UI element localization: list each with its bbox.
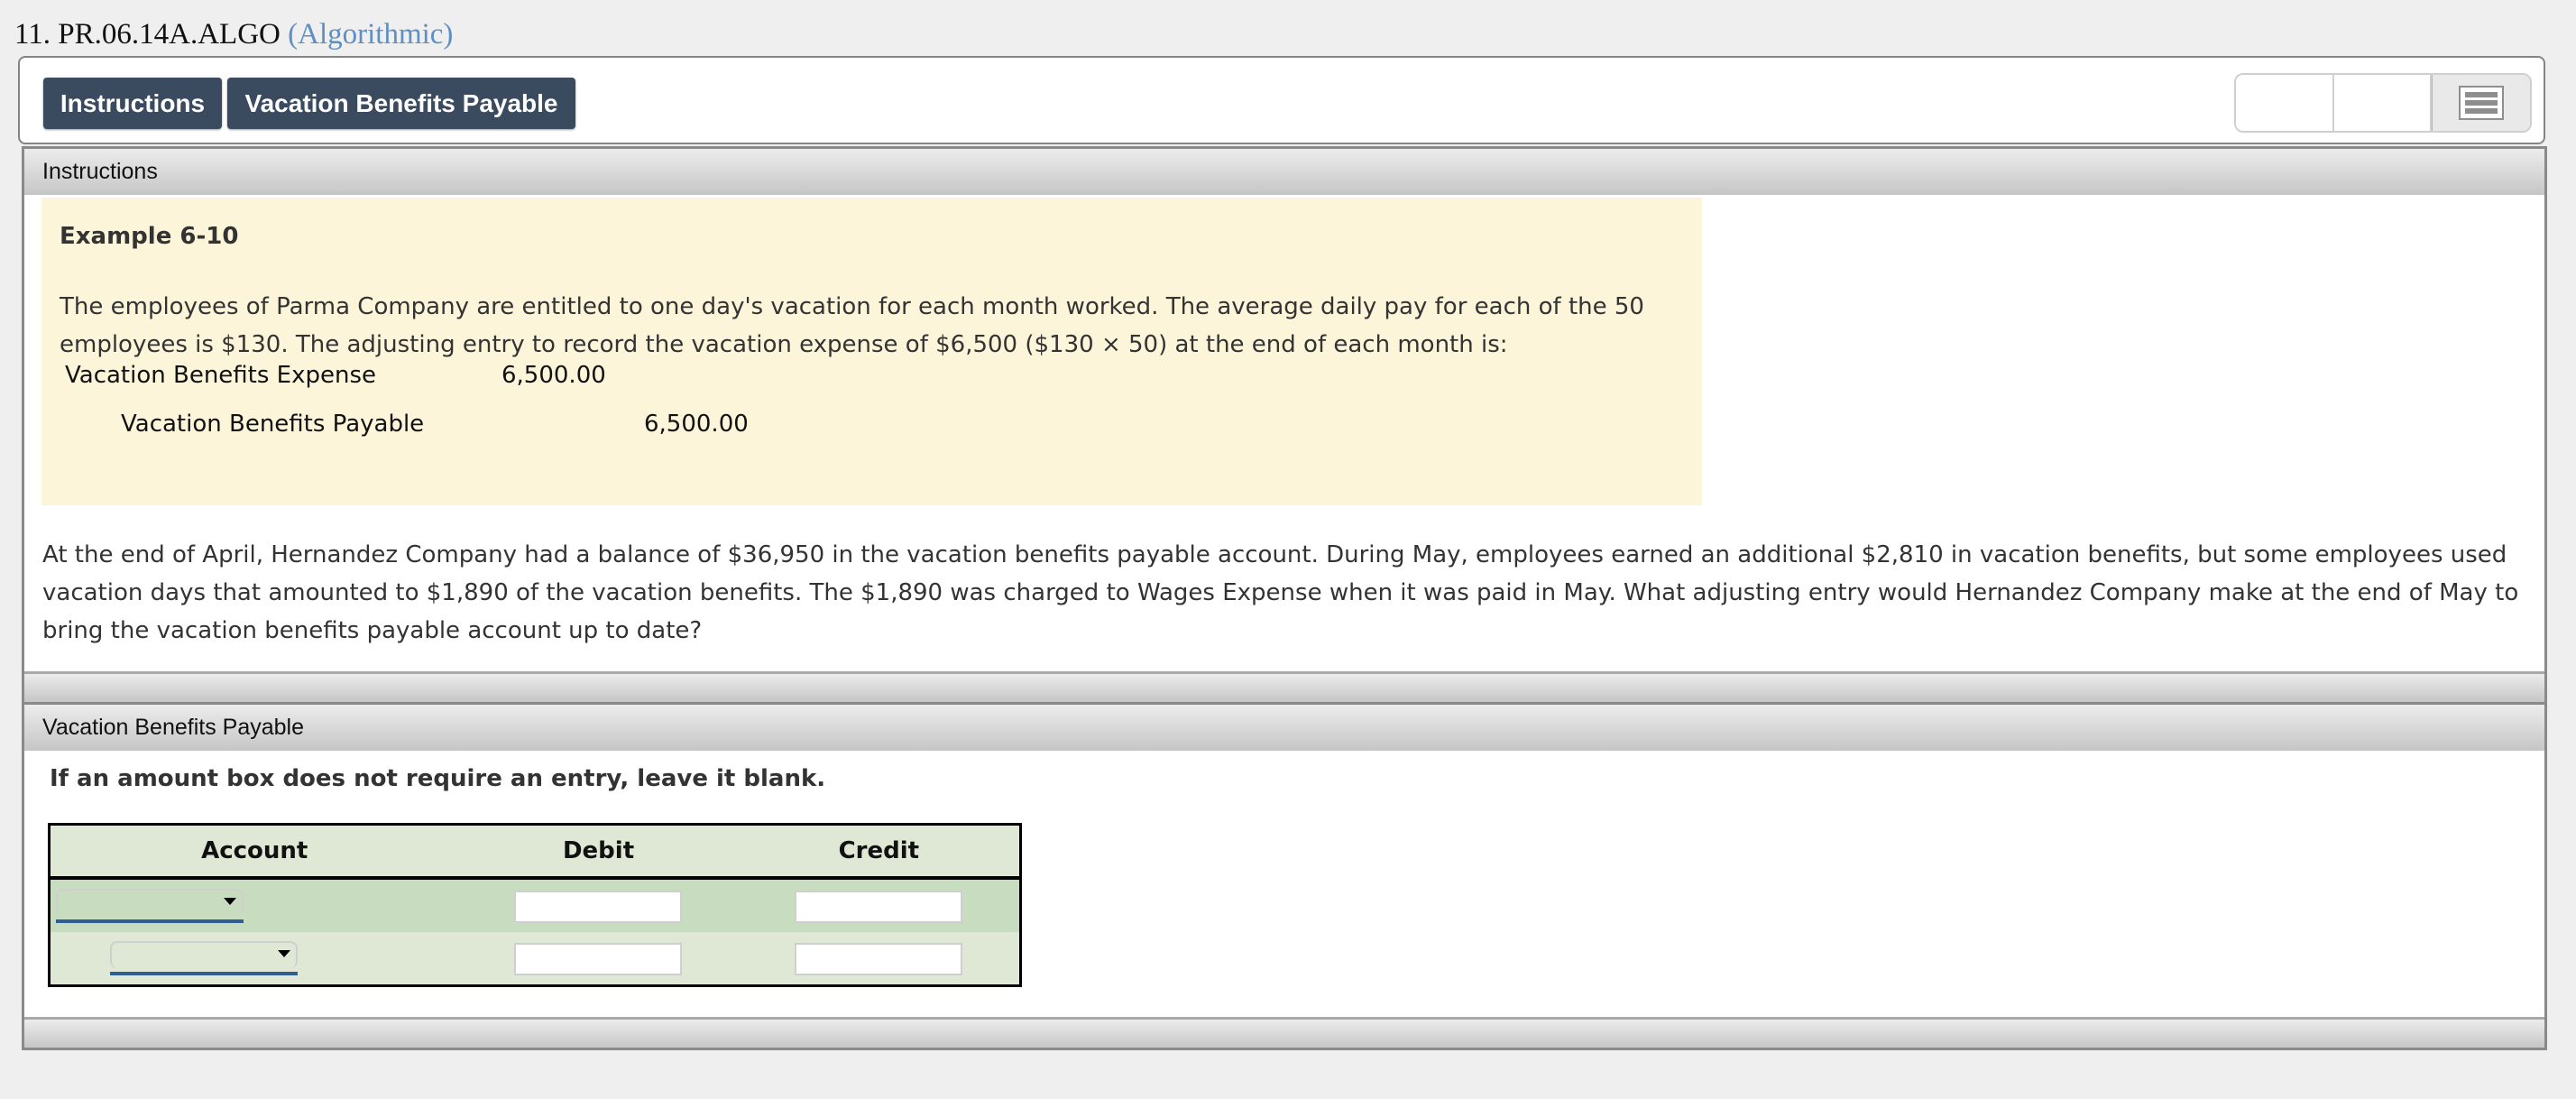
select-underline — [56, 919, 244, 923]
toolbar-button-1[interactable] — [2236, 75, 2334, 131]
account-select-row-1[interactable] — [56, 889, 244, 923]
chevron-down-icon — [224, 898, 236, 905]
tab-vacation-benefits-payable[interactable]: Vacation Benefits Payable — [227, 78, 575, 129]
table-row — [49, 932, 1021, 986]
journal-entry-table: Account Debit Credit — [48, 823, 1022, 987]
menu-button[interactable] — [2432, 75, 2530, 131]
hamburger-menu-icon — [2459, 86, 2505, 120]
blank-entry-note: If an amount box does not require an ent… — [50, 765, 826, 792]
credit-input-row-1[interactable] — [794, 891, 962, 923]
question-title: 11. PR.06.14A.ALGO (Algorithmic) — [14, 18, 453, 51]
debit-input-row-2[interactable] — [514, 943, 683, 975]
chevron-down-icon — [278, 950, 290, 957]
debit-input-row-1[interactable] — [514, 891, 683, 923]
example-debit-account: Vacation Benefits Expense — [65, 362, 377, 389]
select-underline — [110, 972, 298, 975]
column-header-account: Account — [49, 824, 459, 880]
instructions-panel-footer — [24, 671, 2544, 702]
credit-input-row-2[interactable] — [794, 943, 962, 975]
account-select-row-2[interactable] — [110, 941, 298, 975]
problem-statement: At the end of April, Hernandez Company h… — [42, 541, 2519, 644]
column-header-credit: Credit — [738, 824, 1021, 880]
instructions-panel: Instructions Example 6-10 The employees … — [22, 146, 2547, 702]
example-credit-account: Vacation Benefits Payable — [121, 411, 425, 438]
tab-bar: Instructions Vacation Benefits Payable — [18, 56, 2545, 144]
example-text: The employees of Parma Company are entit… — [60, 293, 1644, 358]
table-row — [49, 878, 1021, 932]
vbp-panel-footer — [24, 1017, 2544, 1048]
vacation-benefits-payable-panel: Vacation Benefits Payable If an amount b… — [22, 702, 2547, 1050]
toolbar-button-group — [2234, 73, 2532, 133]
example-debit-amount: 6,500.00 — [501, 362, 606, 389]
toolbar-button-2[interactable] — [2333, 75, 2433, 131]
vbp-panel-header: Vacation Benefits Payable — [24, 702, 2544, 751]
question-id: 11. PR.06.14A.ALGO — [14, 18, 281, 51]
example-box: Example 6-10 The employees of Parma Comp… — [41, 198, 1702, 505]
example-title: Example 6-10 — [60, 223, 239, 250]
instructions-panel-header: Instructions — [24, 146, 2544, 195]
column-header-debit: Debit — [458, 824, 739, 880]
example-credit-amount: 6,500.00 — [644, 411, 749, 438]
tab-instructions[interactable]: Instructions — [43, 78, 222, 129]
algorithmic-label: (Algorithmic) — [288, 18, 454, 51]
